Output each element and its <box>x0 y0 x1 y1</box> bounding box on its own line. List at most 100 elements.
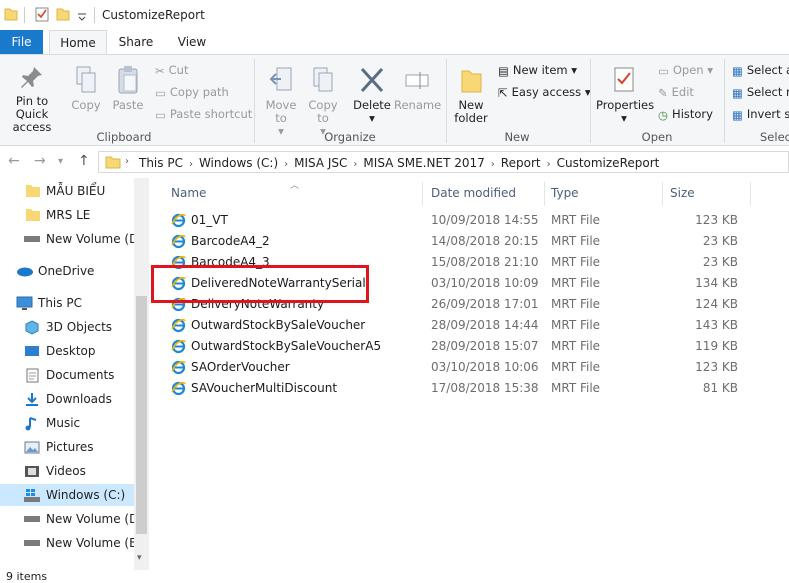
copy-path-button[interactable]: ▭ Copy path <box>155 83 229 101</box>
tab-share[interactable]: Share <box>112 30 160 54</box>
nav-item-videos[interactable]: Videos <box>0 460 134 482</box>
file-row[interactable]: SAVoucherMultiDiscount 17/08/2018 15:38 MR… <box>164 378 784 399</box>
new-folder-icon[interactable] <box>56 6 70 22</box>
nav-item-documents[interactable]: Documents <box>0 364 134 386</box>
nav-scrollbar-thumb[interactable] <box>136 296 147 534</box>
file-row[interactable]: 01_VT 10/09/2018 14:55 MRT File 123 KB <box>164 210 784 231</box>
select-all-label: Select a <box>746 63 789 77</box>
pin-to-quick-access-button[interactable]: Pin to Quick access <box>0 65 64 134</box>
open-label: Open <box>672 63 704 77</box>
breadcrumb-item[interactable]: CustomizeReport <box>557 156 660 170</box>
chevron-right-icon[interactable]: › <box>284 159 288 170</box>
move-to-button[interactable]: Move to ▾ <box>262 65 300 138</box>
nav-item-onedrive[interactable]: OneDrive <box>0 260 134 282</box>
file-row[interactable]: BarcodeA4_2 14/08/2018 20:15 MRT File 23 KB <box>164 231 784 252</box>
address-bar[interactable]: › This PC › Windows (C:) › MISA JSC › MISA SME… <box>98 151 789 173</box>
pin-icon <box>21 67 42 88</box>
nav-item-label: Music <box>46 416 81 430</box>
properties-button[interactable]: Properties ▾ <box>596 65 654 125</box>
copy-button[interactable]: Copy <box>68 65 104 112</box>
invert-selection-button[interactable]: ▦ Invert s <box>732 105 789 123</box>
cut-button[interactable]: ✂ Cut <box>155 61 188 79</box>
group-label-select: Selec <box>760 130 789 144</box>
file-row[interactable]: DeliveryNoteWarranty 26/09/2018 17:01 MRT … <box>164 294 784 315</box>
tab-file[interactable]: File <box>0 30 43 54</box>
up-arrow-icon[interactable]: ↑ <box>78 153 90 169</box>
group-label-open: Open <box>641 130 673 144</box>
breadcrumb-item[interactable]: Report <box>501 156 541 170</box>
breadcrumb-item[interactable]: MISA JSC <box>294 156 347 170</box>
invert-selection-icon: ▦ <box>732 107 743 122</box>
file-row[interactable]: BarcodeA4_3 15/08/2018 21:10 MRT File 23 KB <box>164 252 784 273</box>
back-arrow-icon[interactable]: ← <box>8 153 20 169</box>
delete-button[interactable]: Delete ▾ <box>352 65 392 125</box>
file-date: 26/09/2018 17:01 <box>431 297 539 311</box>
nav-item-mrs-le[interactable]: MRS LE <box>0 204 134 226</box>
rename-button[interactable]: Rename <box>394 65 441 112</box>
file-row[interactable]: OutwardStockBySaleVoucher 28/09/2018 14:4… <box>164 315 784 336</box>
file-row[interactable]: OutwardStockBySaleVoucherA5 28/09/2018 15… <box>164 336 784 357</box>
chevron-right-icon[interactable]: › <box>547 159 551 170</box>
divider <box>94 7 95 23</box>
file-type: MRT File <box>551 234 601 248</box>
nav-item-windows-c[interactable]: Windows (C:) <box>0 484 134 506</box>
nav-item-new-volume-d[interactable]: New Volume (D: <box>0 228 134 250</box>
chevron-right-icon[interactable]: › <box>353 159 357 170</box>
file-size: 23 KB <box>702 234 738 248</box>
tab-view[interactable]: View <box>168 30 216 54</box>
history-button[interactable]: ◷ History <box>658 105 713 123</box>
forward-arrow-icon[interactable]: → <box>34 153 46 169</box>
breadcrumb-item[interactable]: MISA SME.NET 2017 <box>363 156 484 170</box>
copy-icon <box>76 66 96 93</box>
paste-icon <box>118 66 138 94</box>
copy-to-button[interactable]: Copy to ▾ <box>304 65 342 138</box>
nav-item-desktop[interactable]: Desktop <box>0 340 134 362</box>
column-header-type[interactable]: Type <box>551 186 579 200</box>
nav-item-label: Desktop <box>46 344 96 358</box>
nav-item-label: Downloads <box>46 392 112 406</box>
group-divider <box>254 59 255 143</box>
paste-shortcut-button[interactable]: ▭ Paste shortcut <box>155 105 252 123</box>
nav-item-mau-bieu[interactable]: MẪU BIỂU <box>0 180 134 202</box>
recent-locations-icon[interactable]: ▾ <box>58 156 63 167</box>
copy-path-icon: ▭ <box>155 85 166 100</box>
edit-button[interactable]: ✎ Edit <box>658 83 694 101</box>
new-item-button[interactable]: ▤ New item ▾ <box>498 61 577 79</box>
customize-toolbar-icon[interactable] <box>77 6 87 22</box>
nav-item-pictures[interactable]: Pictures <box>0 436 134 458</box>
file-row[interactable]: DeliveredNoteWarrantySerial 03/10/2018 10… <box>164 273 784 294</box>
nav-item-music[interactable]: Music <box>0 412 134 434</box>
chevron-right-icon[interactable]: › <box>189 159 193 170</box>
column-divider[interactable] <box>662 182 663 206</box>
file-type: MRT File <box>551 318 601 332</box>
column-header-name[interactable]: Name <box>171 186 206 200</box>
nav-item-new-volume-e[interactable]: New Volume (E:) <box>0 532 134 554</box>
easy-access-button[interactable]: ⇱ Easy access ▾ <box>498 83 591 101</box>
properties-icon[interactable] <box>34 6 50 22</box>
column-divider[interactable] <box>750 182 751 206</box>
column-divider[interactable] <box>422 182 423 206</box>
breadcrumb-item[interactable]: This PC <box>139 156 183 170</box>
nav-item-downloads[interactable]: Downloads <box>0 388 134 410</box>
chevron-right-icon[interactable]: › <box>491 159 495 170</box>
windows-drive-icon <box>24 489 40 502</box>
ribbon: Pin to Quick access Copy Paste ✂ Cut ▭ Cop… <box>0 54 789 146</box>
column-divider[interactable] <box>544 182 545 206</box>
breadcrumb-item[interactable]: Windows (C:) <box>199 156 278 170</box>
nav-item-new-volume-d-2[interactable]: New Volume (D: <box>0 508 134 530</box>
delete-x-icon <box>360 67 384 93</box>
paste-button[interactable]: Paste <box>110 65 146 112</box>
scroll-down-icon[interactable]: ▾ <box>137 553 142 563</box>
column-header-size[interactable]: Size <box>670 186 695 200</box>
group-label-organize: Organize <box>324 130 376 144</box>
nav-item-3d-objects[interactable]: 3D Objects <box>0 316 134 338</box>
open-button[interactable]: ▭ Open ▾ <box>658 61 713 79</box>
column-header-date[interactable]: Date modified <box>431 186 516 200</box>
nav-item-this-pc[interactable]: This PC <box>0 292 134 314</box>
select-all-button[interactable]: ▦ Select a <box>732 61 789 79</box>
tab-home[interactable]: Home <box>49 30 107 55</box>
select-none-button[interactable]: ▦ Select n <box>732 83 789 101</box>
file-date: 28/09/2018 15:07 <box>431 339 539 353</box>
new-folder-button[interactable]: New folder <box>452 65 490 125</box>
file-row[interactable]: SAOrderVoucher 03/10/2018 10:06 MRT File 12… <box>164 357 784 378</box>
